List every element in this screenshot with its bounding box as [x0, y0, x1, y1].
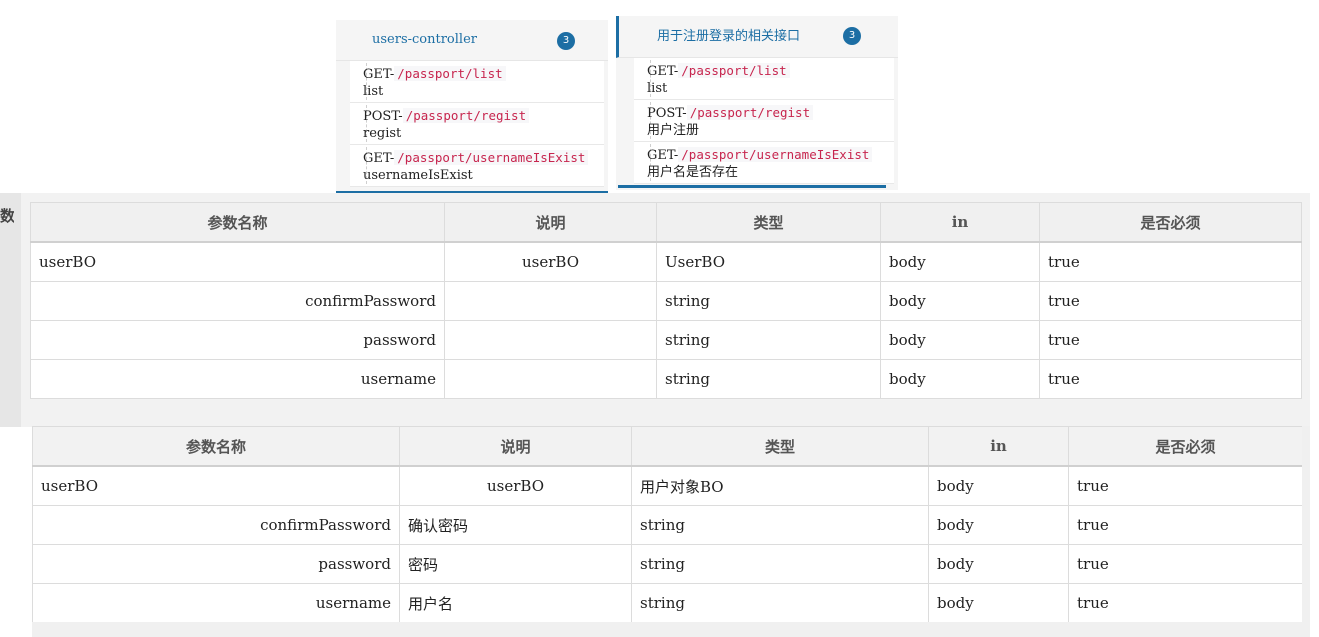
- api-group-passport: 用于注册登录的相关接口 3 GET-/passport/list list PO…: [616, 16, 898, 190]
- table-row: confirmPassword 确认密码 string body true: [32, 505, 1303, 545]
- operation-item[interactable]: GET-/passport/list list: [634, 58, 894, 100]
- http-method: GET-: [647, 64, 679, 79]
- param-description: 用户名: [399, 583, 632, 623]
- operation-count-badge: 3: [843, 27, 861, 45]
- param-name: confirmPassword: [30, 281, 445, 321]
- operation-summary: usernameIsExist: [363, 168, 473, 183]
- endpoint-path: /passport/usernameIsExist: [394, 150, 589, 165]
- column-header-required: 是否必须: [1068, 426, 1303, 467]
- operation-item[interactable]: POST-/passport/regist 用户注册: [634, 100, 894, 142]
- operation-item[interactable]: GET-/passport/list list: [350, 61, 604, 103]
- column-header-description: 说明: [444, 202, 657, 243]
- param-required: true: [1039, 359, 1302, 399]
- param-name: username: [30, 359, 445, 399]
- param-name: password: [30, 320, 445, 360]
- operation-count-badge: 3: [557, 32, 575, 50]
- table-row: password 密码 string body true: [32, 544, 1303, 584]
- param-in: body: [880, 281, 1040, 321]
- table-row: confirmPassword string body true: [30, 281, 1302, 321]
- endpoint-path: /passport/regist: [402, 108, 530, 123]
- table-header-row: 参数名称 说明 类型 in 是否必须: [32, 426, 1303, 467]
- param-description: [444, 320, 657, 360]
- parameters-table-1: 参数名称 说明 类型 in 是否必须 userBO userBO UserBO …: [30, 202, 1302, 399]
- http-method: GET-: [363, 151, 395, 166]
- api-group-users-controller: users-controller 3 GET-/passport/list li…: [336, 20, 608, 194]
- column-header-required: 是否必须: [1039, 202, 1302, 243]
- param-description: 确认密码: [399, 505, 632, 545]
- parameters-table-2: 参数名称 说明 类型 in 是否必须 userBO userBO 用户对象BO …: [32, 426, 1303, 623]
- param-in: body: [928, 544, 1069, 584]
- param-required: true: [1039, 241, 1302, 282]
- param-name: confirmPassword: [32, 505, 400, 545]
- param-description: 密码: [399, 544, 632, 584]
- operation-item[interactable]: POST-/passport/regist regist: [350, 103, 604, 145]
- http-method: GET-: [647, 148, 679, 163]
- param-in: body: [928, 583, 1069, 623]
- operation-summary: 用户注册: [647, 123, 700, 138]
- section-sidebar: 数: [0, 193, 21, 427]
- table-row: userBO userBO UserBO body true: [30, 241, 1302, 282]
- section-label: 数: [0, 207, 14, 225]
- table-row: username string body true: [30, 359, 1302, 399]
- param-type: string: [656, 359, 881, 399]
- table-row: userBO userBO 用户对象BO body true: [32, 465, 1303, 506]
- param-required: true: [1039, 281, 1302, 321]
- column-header-in: in: [880, 202, 1040, 243]
- param-name: userBO: [30, 241, 445, 282]
- param-name: userBO: [32, 465, 400, 506]
- endpoint-path: /passport/list: [678, 63, 790, 78]
- param-required: true: [1039, 320, 1302, 360]
- api-group-header[interactable]: 用于注册登录的相关接口 3: [616, 16, 898, 58]
- column-header-in: in: [928, 426, 1069, 467]
- param-required: true: [1068, 583, 1303, 623]
- api-group-title[interactable]: users-controller: [372, 20, 477, 60]
- param-in: body: [928, 465, 1069, 506]
- table-row: password string body true: [30, 320, 1302, 360]
- active-underline: [618, 185, 886, 188]
- param-required: true: [1068, 465, 1303, 506]
- param-in: body: [880, 359, 1040, 399]
- column-header-name: 参数名称: [32, 426, 400, 467]
- param-description: [444, 359, 657, 399]
- operation-summary: list: [647, 81, 668, 96]
- operation-item[interactable]: GET-/passport/usernameIsExist 用户名是否存在: [634, 142, 894, 184]
- param-type: string: [631, 583, 929, 623]
- column-header-type: 类型: [631, 426, 929, 467]
- column-header-description: 说明: [399, 426, 632, 467]
- endpoint-path: /passport/regist: [686, 105, 814, 120]
- operation-summary: 用户名是否存在: [647, 165, 739, 180]
- param-type: string: [631, 544, 929, 584]
- operation-summary: regist: [363, 126, 402, 141]
- param-name: password: [32, 544, 400, 584]
- endpoint-path: /passport/usernameIsExist: [678, 147, 873, 162]
- table-row: username 用户名 string body true: [32, 583, 1303, 623]
- operation-item[interactable]: GET-/passport/usernameIsExist usernameIs…: [350, 145, 604, 187]
- param-required: true: [1068, 544, 1303, 584]
- param-type: UserBO: [656, 241, 881, 282]
- table-header-row: 参数名称 说明 类型 in 是否必须: [30, 202, 1302, 243]
- param-in: body: [880, 241, 1040, 282]
- param-name: username: [32, 583, 400, 623]
- param-type: string: [656, 281, 881, 321]
- api-group-header[interactable]: users-controller 3: [336, 20, 608, 61]
- column-header-type: 类型: [656, 202, 881, 243]
- param-in: body: [928, 505, 1069, 545]
- operation-summary: list: [363, 84, 384, 99]
- table-2-right-border: [1302, 426, 1310, 622]
- param-description: userBO: [399, 465, 632, 506]
- endpoint-path: /passport/list: [394, 66, 506, 81]
- http-method: POST-: [363, 109, 403, 124]
- param-description: userBO: [444, 241, 657, 282]
- table-2-footer: [32, 622, 1310, 637]
- param-type: string: [656, 320, 881, 360]
- param-required: true: [1068, 505, 1303, 545]
- http-method: POST-: [647, 106, 687, 121]
- param-description: [444, 281, 657, 321]
- param-type: string: [631, 505, 929, 545]
- param-in: body: [880, 320, 1040, 360]
- column-header-name: 参数名称: [30, 202, 445, 243]
- api-group-title[interactable]: 用于注册登录的相关接口: [657, 16, 800, 57]
- param-type: 用户对象BO: [631, 465, 929, 506]
- http-method: GET-: [363, 67, 395, 82]
